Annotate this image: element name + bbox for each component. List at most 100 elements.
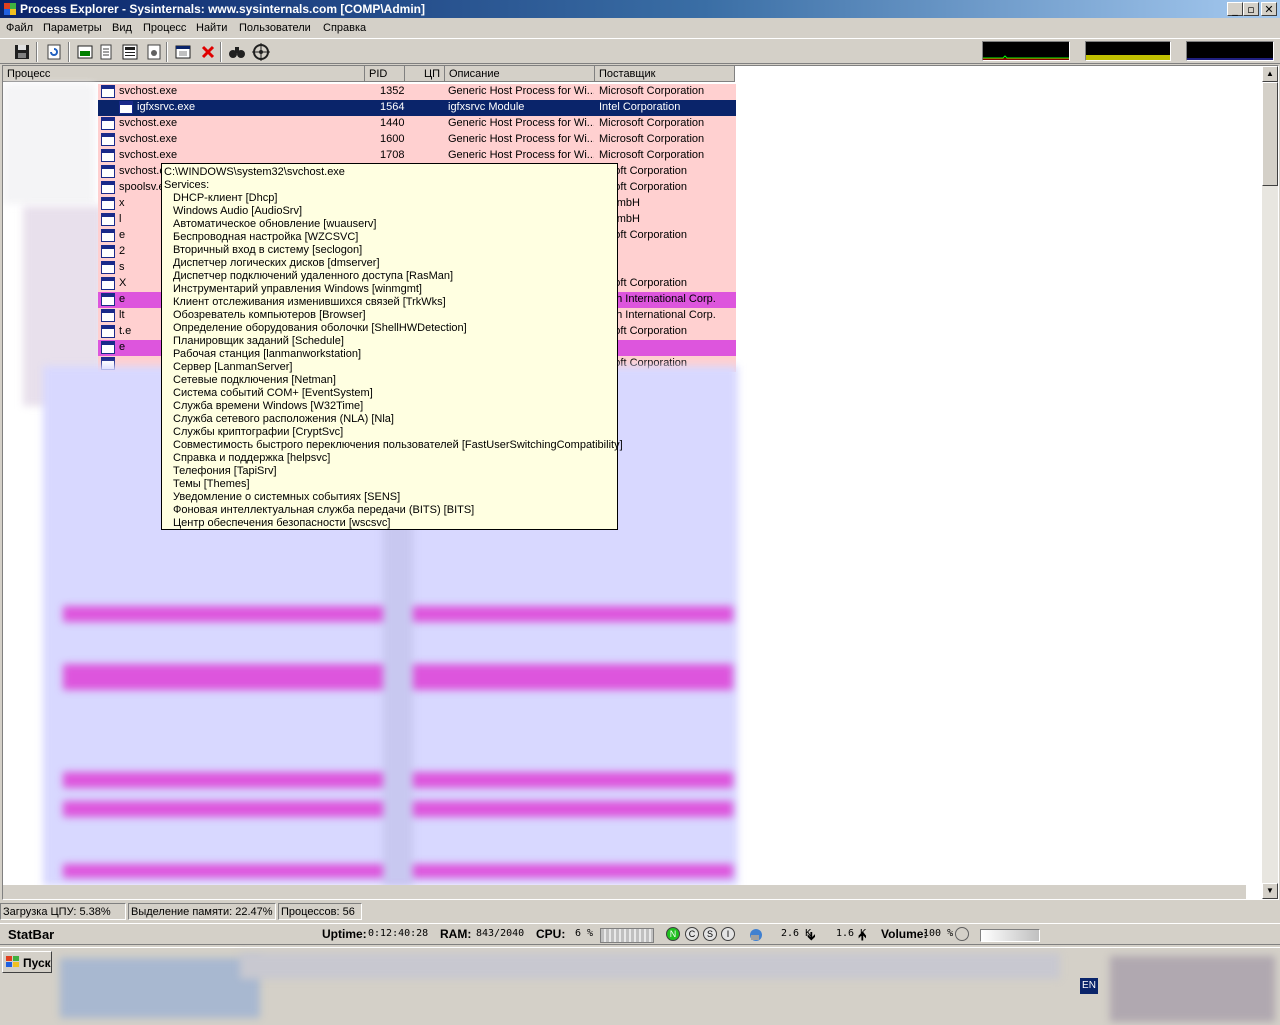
process-window-icon (101, 309, 115, 322)
process-description: Generic Host Process for Wi... (448, 85, 594, 97)
process-list[interactable]: Процесс PID ЦП Описание Поставщик svchos… (2, 65, 1279, 900)
column-header-company[interactable]: Поставщик (595, 66, 735, 82)
tooltip-service-item: Служба сетевого расположения (NLA) [Nla] (173, 413, 394, 425)
tooltip-service-item: Совместимость быстрого переключения поль… (173, 439, 623, 451)
process-window-icon (101, 149, 115, 162)
show-dlls-icon[interactable] (144, 42, 164, 62)
process-company: Microsoft Corporation (599, 85, 705, 97)
minimize-button[interactable]: _ (1227, 2, 1243, 16)
find-window-target-icon[interactable] (251, 42, 271, 62)
window-title: Process Explorer - Sysinternals: www.sys… (20, 2, 426, 16)
tooltip-service-item: Темы [Themes] (173, 478, 250, 490)
process-pid: 1708 (380, 149, 405, 161)
status-c-indicator[interactable]: C (685, 927, 699, 941)
io-graph[interactable] (1186, 41, 1274, 61)
status-i-indicator[interactable]: I (721, 927, 735, 941)
tooltip-service-item: Инструментарий управления Windows [winmg… (173, 283, 422, 295)
start-button[interactable]: Пуск (2, 951, 52, 973)
services-tooltip: C:\WINDOWS\system32\svchost.exe Services… (161, 163, 623, 530)
status-n-indicator[interactable]: N (666, 927, 680, 941)
menu-process[interactable]: Процесс (143, 22, 186, 34)
process-row[interactable]: svchost.exe 1600 Generic Host Process for … (98, 132, 736, 148)
process-company: Microsoft Corporation (599, 149, 705, 161)
process-window-icon (119, 101, 133, 114)
tooltip-service-item: Диспетчер подключений удаленного доступа… (173, 270, 454, 282)
menu-find[interactable]: Найти (196, 22, 227, 34)
process-description: Generic Host Process for Wi... (448, 149, 594, 161)
speaker-icon[interactable] (955, 927, 969, 941)
ram-value: 843/2040 (476, 928, 525, 939)
column-header-description[interactable]: Описание (445, 66, 595, 82)
commit-graph[interactable] (1085, 41, 1171, 61)
tooltip-service-item: Беспроводная настройка [WZCSVC] (173, 231, 359, 243)
scroll-thumb[interactable] (1262, 82, 1278, 186)
process-company: o GmbH (599, 197, 640, 209)
maximize-button[interactable]: ▫ (1243, 2, 1259, 16)
tooltip-service-item: Телефония [TapiSrv] (173, 465, 277, 477)
process-company: o GmbH (599, 213, 640, 225)
process-pid: 1352 (380, 85, 405, 97)
toolbar-separator (36, 42, 38, 62)
network-icon[interactable] (748, 927, 764, 943)
process-row[interactable]: svchost.exe 1440 Generic Host Process for … (98, 116, 736, 132)
process-window-icon (101, 117, 115, 130)
show-process-tree-icon[interactable] (96, 42, 116, 62)
scroll-up-button[interactable]: ▲ (1262, 66, 1278, 82)
tooltip-service-item: Автоматическое обновление [wuauserv] (173, 218, 377, 230)
process-description: igfxsrvc Module (448, 101, 525, 113)
save-icon[interactable] (12, 42, 32, 62)
process-window-icon (101, 325, 115, 338)
kill-process-icon[interactable] (198, 42, 218, 62)
cpu-graph[interactable] (982, 41, 1070, 61)
upload-arrow-icon: 🡹 (858, 929, 867, 943)
process-name: svchost.exe (119, 149, 178, 161)
menu-view[interactable]: Вид (112, 22, 132, 34)
tooltip-service-item: Вторичный вход в систему [seclogon] (173, 244, 363, 256)
process-row[interactable]: svchost.exe 1352 Generic Host Process for … (98, 84, 736, 100)
tooltip-service-item: Сетевые подключения [Netman] (173, 374, 336, 386)
process-name: svchost.exe (119, 117, 178, 129)
taskbar: Пуск EN (0, 947, 1280, 1025)
process-window-icon (101, 341, 115, 354)
menu-help[interactable]: Справка (323, 22, 366, 34)
process-pid: 1440 (380, 117, 405, 129)
properties-icon[interactable] (173, 42, 193, 62)
cpu-usage-status: Загрузка ЦПУ: 5.38% (0, 903, 126, 920)
language-indicator[interactable]: EN (1080, 978, 1098, 994)
start-label: Пуск (23, 956, 51, 970)
menu-users[interactable]: Пользователи (239, 22, 311, 34)
scroll-down-button[interactable]: ▼ (1262, 883, 1278, 899)
cpu-meter (600, 928, 654, 943)
column-header-pid[interactable]: PID (365, 66, 405, 82)
process-row[interactable]: igfxsrvc.exe 1564 igfxsrvc Module Intel Cor… (98, 100, 736, 116)
process-company: itech International Corp. (599, 309, 716, 321)
process-window-icon (101, 261, 115, 274)
volume-value: 100 % (923, 928, 954, 939)
refresh-icon[interactable] (44, 42, 64, 62)
volume-slider[interactable] (980, 929, 1040, 942)
process-description: Generic Host Process for Wi... (448, 133, 594, 145)
process-row[interactable]: svchost.exe 1708 Generic Host Process for … (98, 148, 736, 164)
menu-options[interactable]: Параметры (43, 22, 102, 34)
system-info-icon[interactable] (75, 42, 95, 62)
statbar-name[interactable]: StatBar (8, 927, 54, 942)
vertical-scrollbar[interactable]: ▲ ▼ (1262, 66, 1278, 899)
blurred-tray-area (1110, 956, 1275, 1022)
find-binoculars-icon[interactable] (227, 42, 247, 62)
tooltip-service-item: Фоновая интеллектуальная служба передачи… (173, 504, 475, 516)
status-s-indicator[interactable]: S (703, 927, 717, 941)
process-window-icon (101, 133, 115, 146)
tooltip-service-item: Сервер [LanmanServer] (173, 361, 293, 373)
menu-file[interactable]: Файл (6, 22, 33, 34)
lower-pane-icon[interactable] (120, 42, 140, 62)
tooltip-service-item: Система событий COM+ [EventSystem] (173, 387, 373, 399)
process-window-icon (101, 277, 115, 290)
process-company: rosoft Corporation (599, 277, 688, 289)
column-header-process[interactable]: Процесс (3, 66, 365, 82)
tooltip-service-item: Диспетчер логических дисков [dmserver] (173, 257, 380, 269)
close-button[interactable]: ✕ (1261, 2, 1277, 16)
tooltip-services-label: Services: (164, 179, 210, 191)
column-header-cpu[interactable]: ЦП (405, 66, 445, 82)
process-pid: 1600 (380, 133, 405, 145)
horizontal-scrollbar-area (3, 885, 1246, 899)
